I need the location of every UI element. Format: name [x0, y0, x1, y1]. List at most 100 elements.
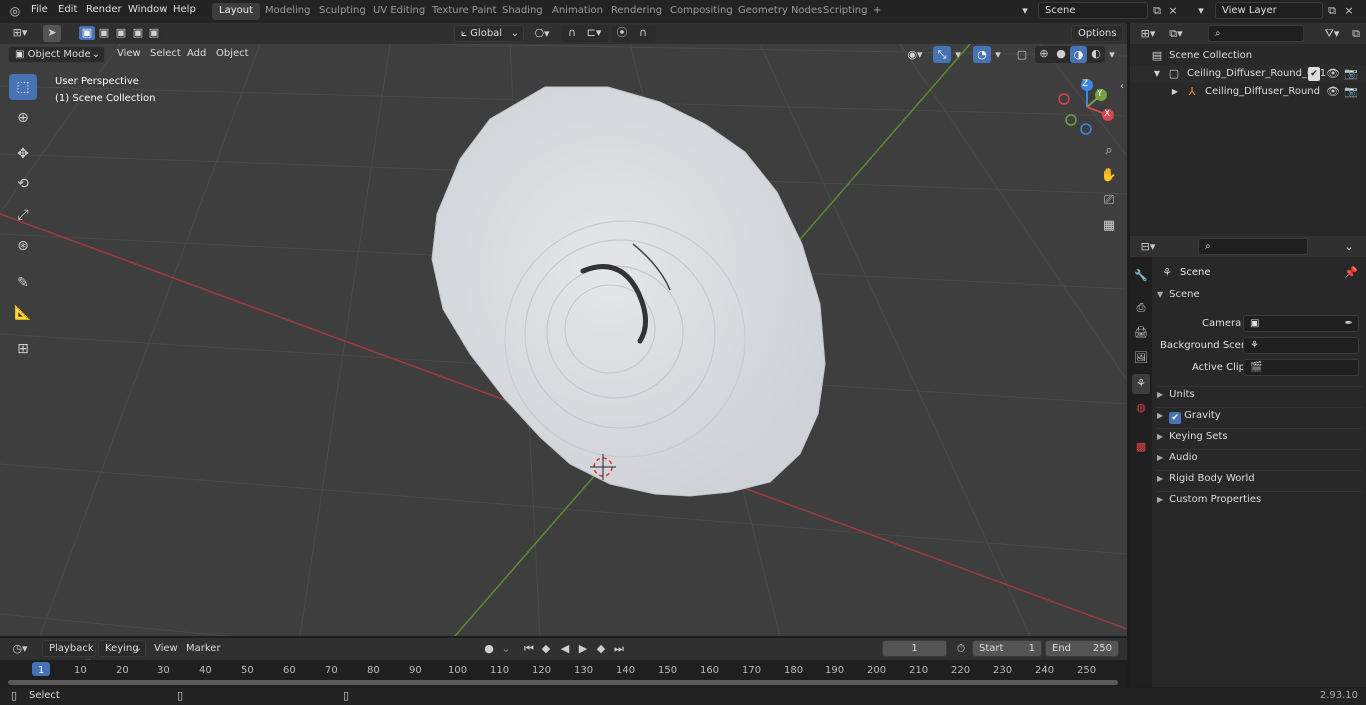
editor-type-icon[interactable]: ⊟▾	[1136, 240, 1160, 254]
new-view-layer-icon[interactable]: ⧉	[1325, 4, 1339, 18]
new-scene-icon[interactable]: ⧉	[1150, 4, 1164, 18]
add-cube-tool[interactable]: ⊞	[9, 336, 37, 362]
jump-end-icon[interactable]: ⏭	[612, 642, 626, 656]
menu-select[interactable]: Select	[150, 48, 181, 59]
camera-field[interactable]: ▣ ✒	[1243, 315, 1359, 332]
material-preview-icon[interactable]: ◑	[1070, 46, 1087, 63]
editor-type-icon[interactable]: ⊞▾	[8, 26, 32, 40]
tab-compositing[interactable]: Compositing	[663, 3, 740, 20]
chevron-down-icon[interactable]: ▾	[1106, 48, 1118, 62]
view-layer-field[interactable]: View Layer	[1215, 2, 1323, 19]
keying-dropdown[interactable]: Keying ⌄	[98, 640, 146, 657]
transform-tool[interactable]: ⊛	[9, 233, 37, 259]
solid-shading-icon[interactable]: ●	[1053, 47, 1069, 61]
auto-keying-menu-icon[interactable]: ⌄	[500, 642, 512, 656]
menu-edit[interactable]: Edit	[58, 4, 77, 15]
rigid-body-world-panel-header[interactable]: ▶ Rigid Body World	[1157, 470, 1362, 491]
outliner-row-scene-collection[interactable]: ▤ Scene Collection	[1130, 47, 1366, 65]
gizmo-toggle-icon[interactable]: ⤡	[933, 46, 951, 63]
select-tool-mode-button[interactable]: ➤	[43, 25, 61, 42]
ceiling-diffuser-mesh[interactable]	[431, 86, 826, 497]
editor-type-icon[interactable]: ◷▾	[8, 642, 32, 656]
tab-texture-paint[interactable]: Texture Paint	[425, 3, 504, 20]
start-frame-field[interactable]: Start 1	[972, 640, 1042, 657]
background-scene-field[interactable]: ⚘	[1243, 337, 1359, 354]
camera-view-icon[interactable]: ⎚	[1100, 194, 1118, 208]
eye-visibility-icon[interactable]: 👁	[1326, 85, 1340, 99]
proportional-edit-icon[interactable]: ⦿	[614, 26, 630, 40]
pin-icon[interactable]: 📌	[1344, 266, 1358, 280]
properties-search-input[interactable]: ⌕	[1198, 238, 1308, 255]
gravity-checkbox[interactable]: ✔	[1169, 412, 1182, 424]
falloff-curve-icon[interactable]: ∩	[634, 26, 652, 40]
rotate-tool[interactable]: ⟲	[9, 171, 37, 197]
menu-view[interactable]: View	[117, 48, 141, 59]
menu-add[interactable]: Add	[187, 48, 206, 59]
wireframe-shading-icon[interactable]: ⊕	[1036, 47, 1052, 61]
record-keyframe-icon[interactable]: ●	[482, 642, 496, 656]
menu-object[interactable]: Object	[216, 48, 249, 59]
tab-uv-editing[interactable]: UV Editing	[366, 3, 432, 20]
keying-sets-panel-header[interactable]: ▶ Keying Sets	[1157, 428, 1362, 449]
menu-file[interactable]: File	[31, 4, 48, 15]
playback-dropdown[interactable]: Playback⌄	[42, 640, 96, 665]
custom-properties-panel-header[interactable]: ▶ Custom Properties	[1157, 491, 1362, 512]
view-layer-selector-icon[interactable]: ▾	[1190, 4, 1212, 18]
snap-target-icon[interactable]: ⊏▾	[582, 26, 606, 40]
scale-tool[interactable]: ⤢	[9, 202, 37, 228]
cursor-tool[interactable]: ⊕	[9, 105, 37, 131]
xray-toggle-icon[interactable]: ▢	[1014, 48, 1030, 62]
menu-help[interactable]: Help	[173, 4, 196, 15]
output-tab-icon[interactable]: 🖨	[1133, 326, 1149, 340]
eye-visibility-icon[interactable]: 👁	[1326, 67, 1340, 81]
editor-type-icon[interactable]: ⊞▾	[1136, 27, 1160, 41]
close-view-layer-icon[interactable]: ×	[1343, 4, 1355, 18]
jump-start-icon[interactable]: ⏮	[522, 642, 536, 656]
perspective-toggle-icon[interactable]: ▦	[1100, 219, 1118, 233]
expand-down-icon[interactable]: ▼	[1152, 67, 1162, 81]
gravity-panel-header[interactable]: ▶ ✔ Gravity	[1157, 407, 1362, 428]
visibility-filter-icon[interactable]: ◉▾	[903, 48, 927, 62]
units-panel-header[interactable]: ▶ Units	[1157, 386, 1362, 407]
select-box-tool[interactable]: ⬚	[9, 74, 37, 100]
outliner-row-object[interactable]: ▶ ⅄ Ceiling_Diffuser_Round 👁 📷	[1130, 83, 1366, 101]
sidebar-toggle-icon[interactable]: ‹	[1117, 80, 1127, 94]
stopwatch-icon[interactable]: ⏱	[954, 642, 968, 656]
camera-render-icon[interactable]: 📷	[1344, 85, 1358, 99]
expand-right-icon[interactable]: ▶	[1170, 85, 1180, 99]
measure-tool[interactable]: 📐	[9, 300, 37, 326]
options-dropdown[interactable]: Options⌄	[1071, 25, 1123, 50]
prev-keyframe-icon[interactable]: ◆	[539, 642, 553, 656]
tool-settings-tab-icon[interactable]: 🔧	[1133, 269, 1149, 283]
object-mode-dropdown[interactable]: ▣ Object Mode ⌄	[8, 46, 105, 63]
blender-logo-icon[interactable]: ◎	[7, 4, 23, 18]
viewport-canvas[interactable]	[0, 44, 1127, 636]
select-new-icon[interactable]: ▣	[79, 26, 95, 40]
add-workspace-button[interactable]: +	[866, 3, 888, 20]
select-invert-icon[interactable]: ▣	[130, 26, 146, 40]
tab-modeling[interactable]: Modeling	[258, 3, 318, 20]
audio-panel-header[interactable]: ▶ Audio	[1157, 449, 1362, 470]
outliner-search-input[interactable]: ⌕	[1208, 25, 1304, 42]
chevron-down-icon[interactable]: ▾	[952, 48, 964, 62]
play-icon[interactable]: ▶	[576, 642, 590, 656]
scene-selector-icon[interactable]: ▾	[1014, 4, 1036, 18]
tab-animation[interactable]: Animation	[545, 3, 610, 20]
move-tool[interactable]: ✥	[9, 141, 37, 167]
tab-rendering[interactable]: Rendering	[604, 3, 669, 20]
pivot-point-icon[interactable]: ⎔▾	[530, 27, 554, 41]
filter-icon[interactable]: ⛛▾	[1320, 27, 1344, 41]
play-reverse-icon[interactable]: ◀	[558, 642, 572, 656]
timeline-menu-view[interactable]: View	[154, 643, 178, 654]
annotate-tool[interactable]: ✎	[9, 270, 37, 296]
tab-geometry-nodes[interactable]: Geometry Nodes	[731, 3, 829, 20]
overlays-toggle-icon[interactable]: ◔	[973, 46, 991, 63]
current-frame-field[interactable]: 1	[882, 640, 947, 657]
chevron-down-icon[interactable]: ⌄	[1342, 240, 1356, 254]
zoom-icon[interactable]: ⌕	[1100, 144, 1118, 158]
tab-shading[interactable]: Shading	[495, 3, 550, 20]
timeline-scrollbar[interactable]	[8, 680, 1118, 685]
display-mode-icon[interactable]: ⧉▾	[1164, 27, 1188, 41]
new-collection-icon[interactable]: ⧉	[1349, 27, 1363, 41]
select-subtract-icon[interactable]: ▣	[113, 26, 129, 40]
